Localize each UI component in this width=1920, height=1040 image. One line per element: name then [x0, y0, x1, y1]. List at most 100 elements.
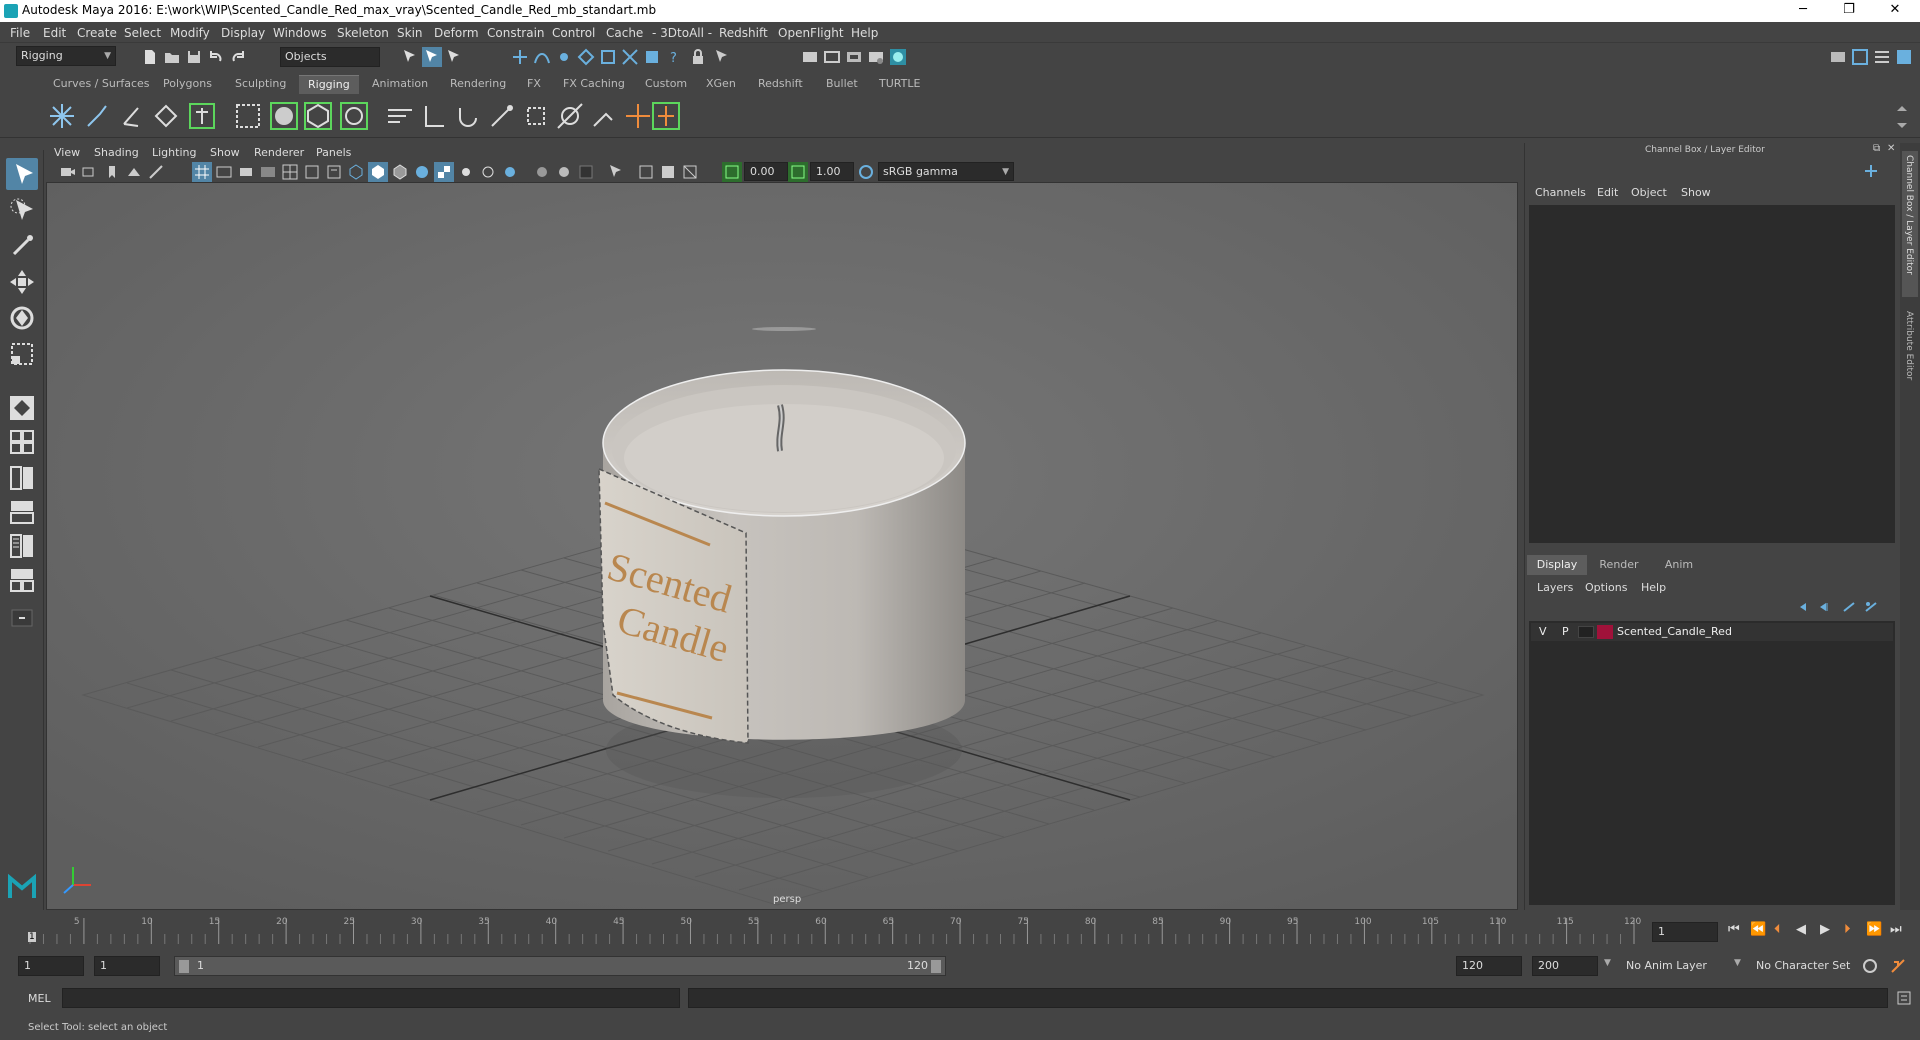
gamma-icon[interactable] — [788, 162, 808, 182]
soft-mod-icon[interactable] — [338, 100, 370, 132]
workspace-icon[interactable] — [1828, 47, 1848, 67]
viewport-menu-view[interactable]: View — [54, 146, 80, 159]
layer-tab-display[interactable]: Display — [1527, 555, 1587, 575]
shelf-tab-curves-surfaces[interactable]: Curves / Surfaces — [44, 75, 159, 94]
minimize-button[interactable]: ─ — [1780, 0, 1826, 22]
auto-key-icon[interactable] — [1860, 956, 1880, 976]
range-slider-end-handle[interactable] — [931, 960, 941, 973]
new-layer-icon[interactable] — [1841, 599, 1857, 615]
ipr-render-icon[interactable] — [844, 47, 864, 67]
rotate-tool-icon[interactable] — [6, 302, 38, 334]
anim-layer-dropdown[interactable]: No Anim Layer — [1622, 956, 1740, 976]
persp-graph-layout-icon[interactable] — [6, 530, 38, 562]
menu-3dtoall[interactable]: - 3DtoAll - — [652, 26, 712, 40]
select-camera-icon[interactable] — [58, 162, 78, 182]
time-slider[interactable]: 5 10 15 20 25 30 35 40 45 50 55 60 65 70 75 80 85 90 95 100… — [22, 914, 1642, 944]
shelf-tab-custom[interactable]: Custom — [636, 75, 696, 94]
float-panel-icon[interactable]: ⧉ — [1873, 143, 1880, 154]
layer-color-swatch[interactable] — [1597, 625, 1613, 639]
menu-edit[interactable]: Edit — [43, 26, 66, 40]
bookmark-icon[interactable] — [102, 162, 122, 182]
select-tool-icon[interactable] — [6, 158, 38, 190]
orient-constraint-icon[interactable] — [452, 100, 484, 132]
viewport-menu-show[interactable]: Show — [210, 146, 240, 159]
object-menu[interactable]: Object — [1631, 186, 1667, 199]
ik-spline-icon[interactable] — [116, 100, 148, 132]
shelf-tab-animation[interactable]: Animation — [363, 75, 437, 94]
point-constraint-icon[interactable] — [418, 100, 450, 132]
layer-name[interactable]: Scented_Candle_Red — [1617, 625, 1732, 638]
more-layouts-icon[interactable] — [6, 602, 38, 634]
ik-fk-switch-icon[interactable] — [650, 100, 682, 132]
motion-blur-icon[interactable] — [532, 162, 552, 182]
hypershade-layout-icon[interactable] — [6, 564, 38, 596]
lattice-icon[interactable] — [232, 100, 264, 132]
play-forward-icon[interactable]: ▶ — [1820, 922, 1830, 937]
screen-space-ao-icon[interactable] — [500, 162, 520, 182]
shelf-tab-bullet[interactable]: Bullet — [817, 75, 867, 94]
menu-modify[interactable]: Modify — [170, 26, 210, 40]
lasso-tool-icon[interactable] — [6, 194, 38, 226]
toggle-attribute-editor-icon[interactable] — [1872, 47, 1892, 67]
gamma-field[interactable]: 1.00 — [810, 162, 854, 181]
selection-mode-dropdown[interactable]: Objects — [280, 47, 380, 67]
xray-active-icon[interactable] — [658, 162, 678, 182]
menu-redshift[interactable]: Redshift — [719, 26, 768, 40]
range-slider-start-handle[interactable] — [179, 960, 189, 973]
candle-model[interactable]: Scented Candle — [598, 327, 966, 798]
channel-box-icon[interactable] — [1863, 163, 1879, 179]
lock-icon[interactable] — [688, 47, 708, 67]
viewport-menu-panels[interactable]: Panels — [316, 146, 351, 159]
isolate-select-icon[interactable] — [606, 162, 626, 182]
open-scene-icon[interactable] — [162, 47, 182, 67]
menu-constrain[interactable]: Constrain — [487, 26, 545, 40]
menu-cache[interactable]: Cache — [606, 26, 643, 40]
scale-tool-icon[interactable] — [6, 338, 38, 370]
safe-action-icon[interactable] — [302, 162, 322, 182]
scale-constraint-icon[interactable] — [520, 100, 552, 132]
create-joints-icon[interactable] — [46, 100, 78, 132]
undo-icon[interactable] — [206, 47, 226, 67]
xray-icon[interactable] — [412, 162, 432, 182]
parent-constraint-icon[interactable] — [384, 100, 416, 132]
shelf-tab-fx[interactable]: FX — [518, 75, 550, 94]
viewport-menu-renderer[interactable]: Renderer — [254, 146, 304, 159]
layer-tab-anim[interactable]: Anim — [1649, 555, 1709, 575]
save-scene-icon[interactable] — [184, 47, 204, 67]
shelf-tab-rendering[interactable]: Rendering — [441, 75, 515, 94]
script-editor-icon[interactable] — [1894, 988, 1914, 1008]
field-chart-icon[interactable] — [280, 162, 300, 182]
snap-grid-icon[interactable] — [510, 47, 530, 67]
shelf-tab-turtle[interactable]: TURTLE — [870, 75, 929, 94]
film-gate-icon[interactable] — [214, 162, 234, 182]
channel-box-area[interactable] — [1529, 205, 1895, 543]
exposure-field[interactable]: 0.00 — [744, 162, 788, 181]
shelf-tab-fx-caching[interactable]: FX Caching — [554, 75, 634, 94]
menu-deform[interactable]: Deform — [434, 26, 479, 40]
help-icon[interactable]: ? — [664, 47, 684, 67]
menu-windows[interactable]: Windows — [273, 26, 327, 40]
render-frame-icon[interactable] — [800, 47, 820, 67]
grid-toggle-icon[interactable] — [192, 162, 212, 182]
menu-control[interactable]: Control — [552, 26, 595, 40]
command-input[interactable] — [62, 988, 680, 1008]
toggle-tool-settings-icon[interactable] — [1894, 47, 1914, 67]
select-component-icon[interactable] — [444, 47, 464, 67]
chevron-down-icon[interactable]: ▼ — [1604, 958, 1611, 968]
animation-preferences-icon[interactable] — [1888, 956, 1908, 976]
menu-select[interactable]: Select — [124, 26, 161, 40]
smooth-shade-icon[interactable] — [368, 162, 388, 182]
menu-display[interactable]: Display — [221, 26, 265, 40]
snap-view-plane-icon[interactable] — [576, 47, 596, 67]
help-menu[interactable]: Help — [1641, 581, 1666, 594]
step-back-key-icon[interactable]: ⏪ — [1750, 922, 1766, 937]
shadows-icon[interactable] — [478, 162, 498, 182]
menu-openflight[interactable]: OpenFlight — [778, 26, 844, 40]
layer-tab-render[interactable]: Render — [1589, 555, 1649, 575]
step-forward-key-icon[interactable]: ⏩ — [1866, 922, 1882, 937]
resolution-gate-icon[interactable] — [236, 162, 256, 182]
pole-vector-icon[interactable] — [554, 100, 586, 132]
viewport-persp[interactable]: Scented Candle persp — [46, 182, 1518, 910]
select-tool-icon[interactable] — [712, 47, 732, 67]
select-object-icon[interactable] — [422, 47, 442, 67]
